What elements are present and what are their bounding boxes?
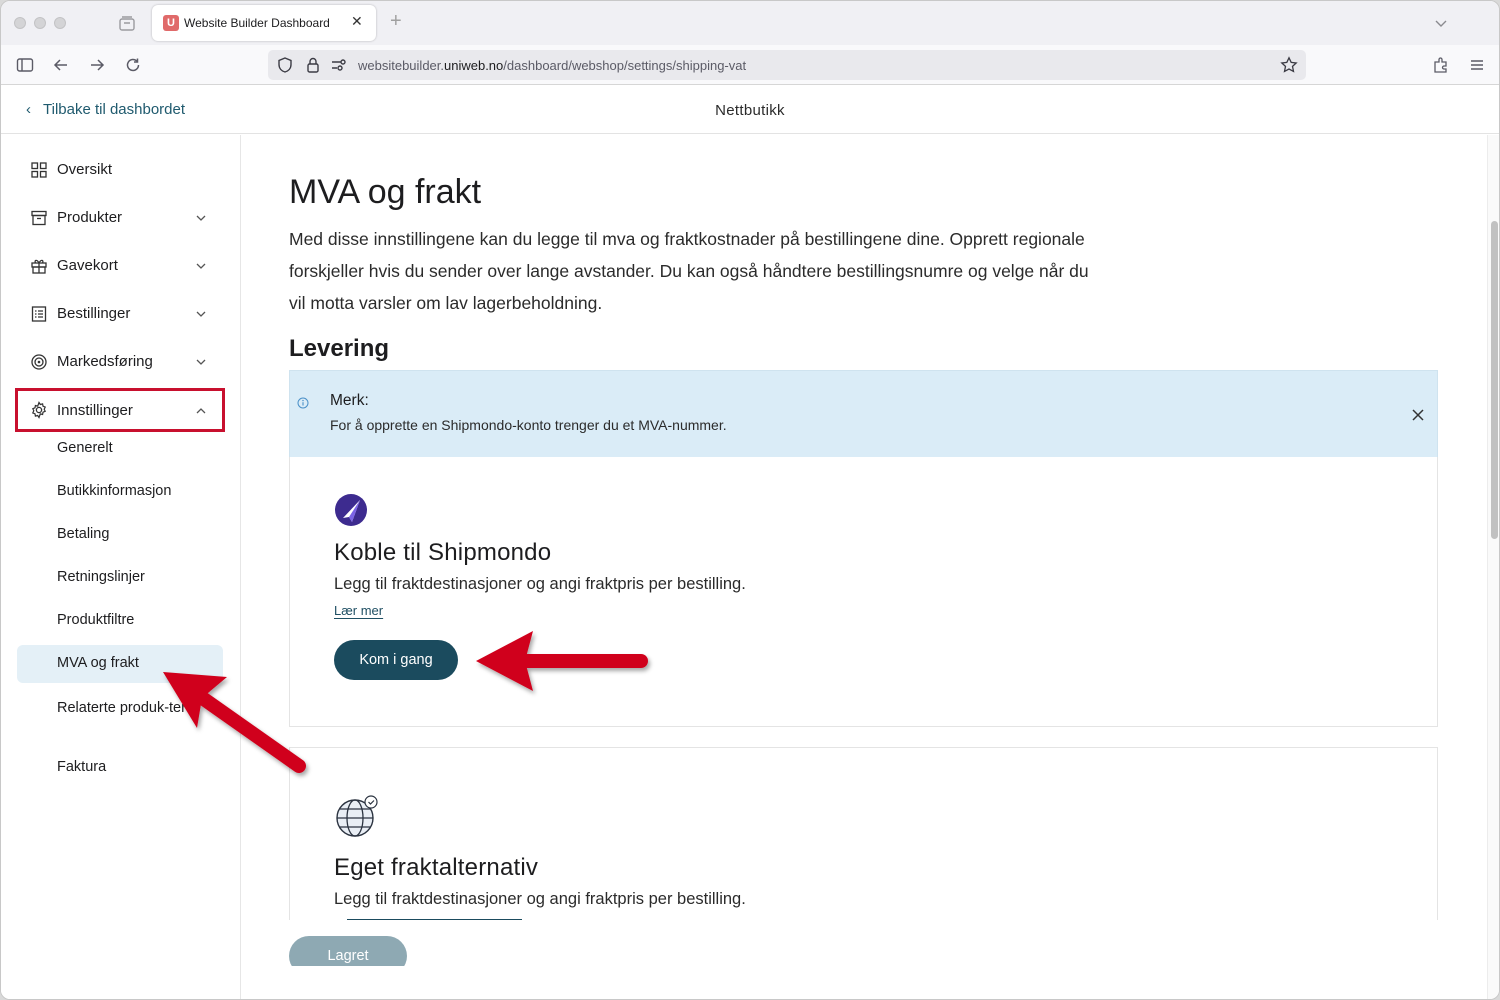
card-title: Koble til Shipmondo <box>334 539 552 566</box>
sidebar-item-label: Produkter <box>57 209 123 226</box>
gear-icon <box>31 401 47 419</box>
page-title: MVA og frakt <box>289 173 482 211</box>
sidebar-subitem-produktfiltre[interactable]: Produktfiltre <box>17 602 223 640</box>
sidebar-subitem-faktura[interactable]: Faktura <box>17 749 223 787</box>
sidebar-subitem-label: Betaling <box>57 526 110 542</box>
permissions-icon[interactable] <box>330 57 348 73</box>
sidebar-item-label: Markedsføring <box>57 353 153 370</box>
learn-more-link[interactable]: Lær mer <box>334 603 383 618</box>
close-icon[interactable] <box>1411 408 1425 422</box>
url-path: /dashboard/webshop/settings/shipping-vat <box>503 58 747 73</box>
scrollbar[interactable] <box>1487 135 1499 999</box>
sidebar-toggle-icon[interactable] <box>16 56 34 74</box>
shield-icon[interactable] <box>276 56 294 74</box>
list-icon <box>31 306 47 322</box>
get-started-button[interactable]: Kom i gang <box>334 640 458 680</box>
browser-toolbar: websitebuilder.uniweb.no/dashboard/websh… <box>1 45 1499 85</box>
new-tab-icon[interactable]: + <box>390 11 402 31</box>
page-intro: Med disse innstillingene kan du legge ti… <box>289 229 1089 313</box>
back-arrow-icon[interactable] <box>52 56 70 74</box>
app-header: ‹ Tilbake til dashbordet Nettbutikk <box>1 86 1499 134</box>
sidebar-subitem-label: Relaterte produk-ter <box>57 700 186 716</box>
sidebar-subitem-butikkinformasjon[interactable]: Butikkinformasjon <box>17 473 223 511</box>
extensions-icon[interactable] <box>1432 56 1450 74</box>
notice-title: Merk: <box>330 392 369 409</box>
sidebar-subitem-betaling[interactable]: Betaling <box>17 516 223 554</box>
address-bar[interactable]: websitebuilder.uniweb.no/dashboard/websh… <box>268 50 1306 80</box>
info-icon <box>297 397 309 409</box>
gift-icon <box>31 259 47 274</box>
header-title: Nettbutikk <box>715 102 785 119</box>
sidebar-item-markedsforing[interactable]: Markedsføring <box>17 343 223 381</box>
tab-overview-icon[interactable] <box>118 14 136 32</box>
sidebar-item-innstillinger[interactable]: Innstillinger <box>15 388 225 432</box>
chevron-up-icon <box>196 408 206 414</box>
favicon-icon: U <box>163 15 179 31</box>
sidebar-item-label: Oversikt <box>57 161 113 178</box>
globe-check-icon <box>336 795 378 837</box>
sidebar-item-produkter[interactable]: Produkter <box>17 199 223 237</box>
sidebar-subitem-label: Generelt <box>57 440 113 456</box>
menu-icon[interactable] <box>1468 56 1486 74</box>
sidebar-subitem-label: Faktura <box>57 759 107 775</box>
box-icon <box>31 210 47 226</box>
section-title-levering: Levering <box>289 335 390 362</box>
sidebar-item-oversikt[interactable]: Oversikt <box>17 151 223 189</box>
browser-window: U Website Builder Dashboard ✕ + websiteb… <box>0 0 1500 1000</box>
card-title: Eget fraktalternativ <box>334 854 539 881</box>
chevron-down-icon[interactable] <box>1433 15 1449 31</box>
footer-mask <box>242 966 1487 999</box>
sidebar-item-gavekort[interactable]: Gavekort <box>17 247 223 285</box>
close-window-button[interactable] <box>14 17 26 29</box>
lock-icon[interactable] <box>304 56 322 74</box>
chevron-down-icon <box>196 359 206 365</box>
minimize-window-button[interactable] <box>34 17 46 29</box>
maximize-window-button[interactable] <box>54 17 66 29</box>
card-description: Legg til fraktdestinasjoner og angi frak… <box>334 890 746 908</box>
sidebar-subitem-label: Butikkinformasjon <box>57 483 172 499</box>
sidebar-subitem-label: Retningslinjer <box>57 569 145 585</box>
sidebar-item-label: Gavekort <box>57 257 118 274</box>
bookmark-star-icon[interactable] <box>1280 56 1298 74</box>
sidebar-subitem-relaterte-produkter[interactable]: Relaterte produk-ter <box>17 697 223 735</box>
url-text[interactable]: websitebuilder.uniweb.no/dashboard/websh… <box>358 58 746 73</box>
url-domain: uniweb.no <box>444 58 504 73</box>
shipmondo-logo-icon <box>335 494 367 526</box>
scrollbar-thumb[interactable] <box>1491 221 1498 539</box>
sidebar-subitem-mva-og-frakt[interactable]: MVA og frakt <box>17 645 223 683</box>
info-notice: Merk: For å opprette en Shipmondo-konto … <box>289 370 1438 458</box>
sidebar-subitem-retningslinjer[interactable]: Retningslinjer <box>17 559 223 597</box>
chevron-down-icon <box>196 311 206 317</box>
sidebar-subitem-label: MVA og frakt <box>57 655 139 671</box>
sidebar-subitem-generelt[interactable]: Generelt <box>17 430 223 468</box>
target-icon <box>31 354 47 370</box>
chevron-down-icon <box>196 215 206 221</box>
sidebar-item-label: Innstillinger <box>57 402 133 419</box>
reload-icon[interactable] <box>124 56 142 74</box>
grid-icon <box>31 162 47 178</box>
chevron-down-icon <box>196 263 206 269</box>
card-description: Legg til fraktdestinasjoner og angi frak… <box>334 575 746 593</box>
sidebar-subitem-label: Produktfiltre <box>57 612 135 628</box>
sidebar: Oversikt Produkter Gavekort Bestillinger… <box>1 135 241 999</box>
main-content: MVA og frakt Med disse innstillingene ka… <box>242 135 1487 999</box>
tab-title: Website Builder Dashboard <box>184 16 330 30</box>
sidebar-item-bestillinger[interactable]: Bestillinger <box>17 295 223 333</box>
tab-bar: U Website Builder Dashboard ✕ + <box>1 1 1499 45</box>
shipmondo-card: Koble til Shipmondo Legg til fraktdestin… <box>289 457 1438 727</box>
close-tab-icon[interactable]: ✕ <box>351 13 363 30</box>
url-prefix: websitebuilder. <box>358 58 444 73</box>
active-tab[interactable]: U Website Builder Dashboard ✕ <box>152 5 376 41</box>
notice-text: For å opprette en Shipmondo-konto trenge… <box>330 417 727 433</box>
forward-arrow-icon[interactable] <box>88 56 106 74</box>
sidebar-item-label: Bestillinger <box>57 305 131 322</box>
